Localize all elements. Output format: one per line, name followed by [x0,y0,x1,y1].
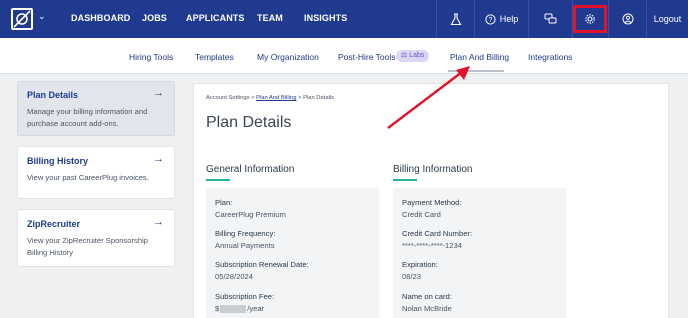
question-circle-icon: ? [485,13,496,25]
nav-dashboard[interactable]: DASHBOARD [71,13,130,23]
subnav-my-organization[interactable]: My Organization [257,52,319,62]
field-label: Payment Method: [402,198,462,207]
subnav-integrations[interactable]: Integrations [528,52,572,62]
breadcrumb-separator: > [298,95,302,101]
card-title: Plan Details [27,90,79,100]
top-navigation: ⌄ DASHBOARD JOBS APPLICANTS TEAM INSIGHT… [0,0,688,38]
arrow-right-icon: → [153,216,164,228]
card-description: View your ZipRecruiter Sponsorship Billi… [27,236,148,257]
nav-applicants[interactable]: APPLICANTS [186,13,245,23]
messages-button[interactable] [528,0,572,38]
logout-label: Logout [653,14,682,24]
annotation-arrow-icon [387,66,470,129]
settings-subnav: Hiring Tools Templates My Organization P… [0,38,688,74]
flask-icon [450,12,461,25]
labs-badge-label: Labs [409,52,425,59]
billing-information-heading: Billing Information [393,164,473,175]
user-circle-icon [622,13,633,25]
card-title: Billing History [27,156,89,166]
field-value: 08/23 [402,272,422,281]
sidebar-card-billing-history[interactable]: Billing History → View your past CareerP… [17,146,175,199]
breadcrumb-root[interactable]: Account Settings [206,95,250,101]
subnav-templates[interactable]: Templates [195,52,234,62]
field-label: Subscription Fee: [215,292,275,301]
field-label: Credit Card Number: [402,229,473,238]
billing-information-box: Payment Method: Credit Card Credit Card … [393,188,566,318]
settings-button[interactable] [573,5,607,33]
field-label: Expiration: [402,260,438,269]
flask-icon: ⚖ [401,52,408,59]
section-divider [393,179,417,181]
field-label: Name on card: [402,292,452,301]
card-title: ZipRecruiter [27,219,81,229]
svg-text:?: ? [488,17,492,24]
nav-team[interactable]: TEAM [257,13,283,23]
field-label: Plan: [215,198,233,207]
general-information-box: Plan: CareerPlug Premium Billing Frequen… [206,188,379,318]
field-value: Annual Payments [215,241,275,250]
section-divider [206,179,230,181]
field-value: ****-****-****-1234 [402,241,462,250]
arrow-right-icon: → [153,87,164,99]
chat-bubbles-icon [544,13,557,24]
card-description: View your past CareerPlug invoices. [27,173,149,182]
gear-icon [585,14,595,24]
nav-jobs[interactable]: JOBS [142,13,167,23]
subnav-hiring-tools[interactable]: Hiring Tools [129,52,173,62]
breadcrumb-plan-and-billing[interactable]: Plan And Billing [256,95,296,101]
labs-badge: ⚖ Labs [396,50,430,62]
arrow-right-icon: → [153,153,164,165]
breadcrumb-current: Plan Details [303,95,335,101]
fee-period: /year [247,304,265,313]
sidebar-card-plan-details[interactable]: Plan Details → Manage your billing infor… [17,81,175,136]
field-value: Nolan McBride [402,304,452,313]
help-button[interactable]: ? Help [474,0,528,38]
general-information-heading: General Information [206,164,295,175]
subscription-fee-value: $ /year [215,304,264,313]
profile-button[interactable] [608,0,646,38]
subnav-post-hire-tools[interactable]: Post-Hire Tools [338,52,395,62]
field-label: Billing Frequency: [215,229,276,238]
field-value: Credit Card [402,210,441,219]
labs-flask-button[interactable] [436,0,474,38]
careerplug-logo-icon[interactable] [11,8,33,30]
subnav-plan-and-billing[interactable]: Plan And Billing [450,52,509,62]
card-description: Manage your billing information and purc… [27,107,148,128]
chevron-down-icon[interactable]: ⌄ [38,11,46,22]
currency-symbol: $ [215,304,220,313]
sidebar-card-ziprecruiter[interactable]: ZipRecruiter → View your ZipRecruiter Sp… [17,209,175,267]
nav-insights[interactable]: INSIGHTS [304,13,347,23]
field-value: CareerPlug Premium [215,210,286,219]
field-label: Subscription Renewal Date: [215,260,309,269]
help-label: Help [499,14,519,24]
field-value: 05/28/2024 [215,272,254,281]
breadcrumb: Account Settings > Plan And Billing > Pl… [206,95,334,101]
logout-button[interactable]: Logout [646,0,688,38]
redacted-amount [220,305,247,313]
breadcrumb-separator: > [251,95,255,101]
page-title: Plan Details [206,114,292,131]
